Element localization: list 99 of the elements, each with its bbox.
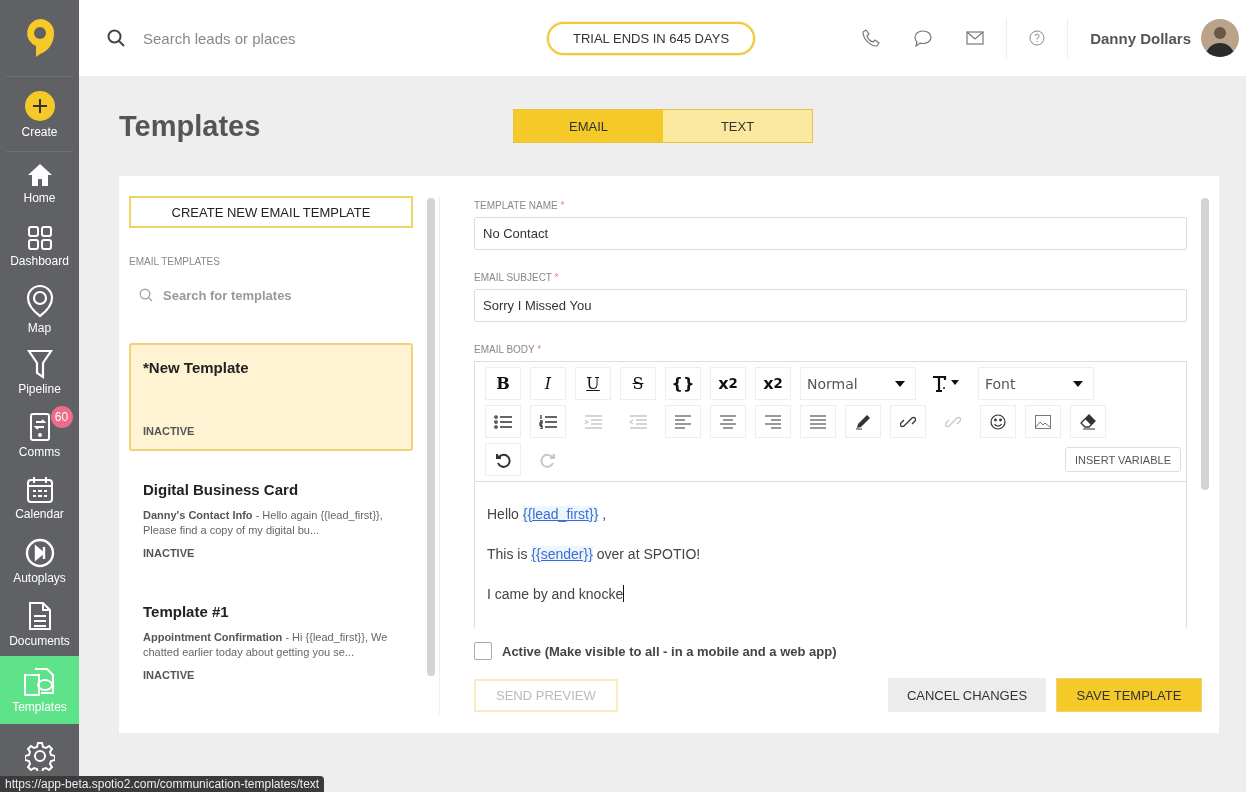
caret-icon: [895, 380, 905, 387]
calendar-icon: [25, 476, 54, 504]
checkbox-label: Active (Make visible to all - in a mobile and a web app): [502, 643, 837, 659]
nav-item[interactable]: Dashboard: [0, 215, 79, 278]
help-icon[interactable]: [1029, 30, 1046, 46]
cancel-button[interactable]: CANCEL CHANGES: [888, 678, 1046, 712]
numbered-list-icon: [539, 414, 557, 429]
undo-button[interactable]: [485, 443, 521, 476]
variable-link[interactable]: {{sender}}: [531, 546, 593, 562]
link-button[interactable]: [890, 405, 926, 438]
funnel-icon: [26, 349, 53, 379]
section-heading: EMAIL TEMPLATES: [129, 256, 221, 267]
align-right-button[interactable]: [755, 405, 791, 438]
dashboard-icon: [26, 225, 53, 251]
trial-badge: TRIAL ENDS IN 645 DAYS: [547, 21, 756, 55]
field-label: TEMPLATE NAME *: [474, 200, 566, 211]
dropdown[interactable]: Font: [978, 367, 1094, 400]
bullets-button[interactable]: [485, 405, 521, 438]
page-title: Templates: [119, 109, 262, 143]
status-label: INACTIVE: [143, 547, 196, 559]
url-tooltip: https://app-beta.spotio2.com/communication-templates/text: [0, 776, 325, 792]
format-button[interactable]: S: [620, 367, 656, 400]
body-paragraph: This is {{sender}} over at SPOTIO!: [487, 545, 702, 564]
avatar[interactable]: [1201, 19, 1239, 57]
pen-icon: [855, 413, 871, 430]
chat-icon[interactable]: [914, 29, 933, 47]
image-button[interactable]: [1025, 405, 1061, 438]
align-left-icon: [674, 414, 692, 429]
search-icon: [139, 288, 153, 302]
template-snippet: Danny's Contact Info - Hello again {{lead_first}}, Please find a copy of my digital bu...: [143, 508, 384, 538]
pen-button[interactable]: [845, 405, 881, 438]
redo-icon: [540, 451, 556, 468]
nav-item[interactable]: Documents: [0, 593, 79, 656]
justify-button[interactable]: [800, 405, 836, 438]
nav-item[interactable]: Autoplays: [0, 530, 79, 593]
indent-icon: [584, 414, 602, 429]
nav-item[interactable]: Create: [6, 77, 73, 152]
nav-item[interactable]: 60 Comms: [0, 404, 79, 467]
phone-icon[interactable]: [862, 29, 881, 47]
template-title: Digital Business Card: [143, 481, 300, 498]
format-button[interactable]: B: [485, 367, 521, 400]
nav-item[interactable]: Pipeline: [0, 341, 79, 404]
text-size-icon: [932, 374, 962, 393]
document-icon: [27, 601, 52, 631]
format-button[interactable]: I: [530, 367, 566, 400]
checkbox[interactable]: [474, 642, 492, 660]
plus-icon: [23, 89, 56, 122]
template-title: *New Template: [143, 359, 250, 376]
numbers-button[interactable]: [530, 405, 566, 438]
nav-item[interactable]: Calendar: [0, 467, 79, 530]
eraser-button[interactable]: [1070, 405, 1106, 438]
undo-icon: [495, 451, 511, 468]
insert-variable-button[interactable]: INSERT VARIABLE: [1065, 447, 1181, 472]
save-button[interactable]: SAVE TEMPLATE: [1056, 678, 1202, 712]
outdent-icon: [629, 414, 647, 429]
bullet-list-icon: [494, 414, 512, 429]
variable-link[interactable]: {{lead_first}}: [522, 506, 599, 522]
align-right-icon: [764, 414, 782, 429]
create-template-button[interactable]: CREATE NEW EMAIL TEMPLATE: [129, 196, 413, 228]
emoji-button[interactable]: [980, 405, 1016, 438]
map-pin-icon: [25, 284, 54, 318]
template-item[interactable]: Template #1 Appointment Confirmation - Hi {{lead_first}}, We chatted earlier today about getting you se... INACTIVE: [129, 587, 413, 695]
nav-item[interactable]: Home: [0, 152, 79, 215]
tab[interactable]: TEXT: [663, 110, 812, 142]
template-snippet: Appointment Confirmation - Hi {{lead_first}}, We chatted earlier today about getting you se...: [143, 630, 389, 660]
search-field[interactable]: Search leads or places: [141, 28, 405, 48]
status-label: INACTIVE: [143, 669, 196, 681]
field-label: EMAIL SUBJECT *: [474, 272, 560, 283]
play-skip-icon: [24, 538, 55, 568]
justify-icon: [809, 414, 827, 429]
format-button[interactable]: {}: [665, 367, 701, 400]
smiley-icon: [990, 413, 1006, 430]
align-left-button[interactable]: [665, 405, 701, 438]
nav-item[interactable]: Map: [0, 278, 79, 341]
format-button[interactable]: U: [575, 367, 611, 400]
caret-icon: [1073, 380, 1083, 387]
tab[interactable]: EMAIL: [514, 110, 663, 142]
image-icon: [1035, 414, 1051, 429]
template-item[interactable]: *New Template INACTIVE: [129, 343, 413, 451]
settings-icon: [24, 740, 55, 771]
status-label: INACTIVE: [143, 425, 196, 437]
body-paragraph: I came by and knocke: [487, 584, 626, 604]
template-title: Template #1: [143, 603, 230, 620]
notification-badge: 60: [50, 406, 73, 428]
align-center-icon: [719, 414, 737, 429]
eraser-icon: [1080, 413, 1096, 430]
templates-icon: [22, 666, 57, 697]
input-field[interactable]: Sorry I Missed You: [474, 289, 1187, 322]
dropdown[interactable]: Normal: [800, 367, 916, 400]
input-field[interactable]: No Contact: [474, 217, 1187, 250]
template-item[interactable]: Digital Business Card Danny's Contact Info - Hello again {{lead_first}}, Please find a copy of my digital bu... INACTIVE: [129, 465, 413, 573]
field-label: EMAIL BODY *: [474, 344, 543, 355]
mail-icon[interactable]: [966, 31, 985, 45]
logo-icon: [24, 18, 55, 58]
align-center-button[interactable]: [710, 405, 746, 438]
body-paragraph: Hello {{lead_first}} ,: [487, 505, 608, 524]
user-name[interactable]: Danny Dollars: [1090, 29, 1191, 47]
search-icon: [107, 29, 125, 47]
phone-icon: [28, 412, 51, 442]
